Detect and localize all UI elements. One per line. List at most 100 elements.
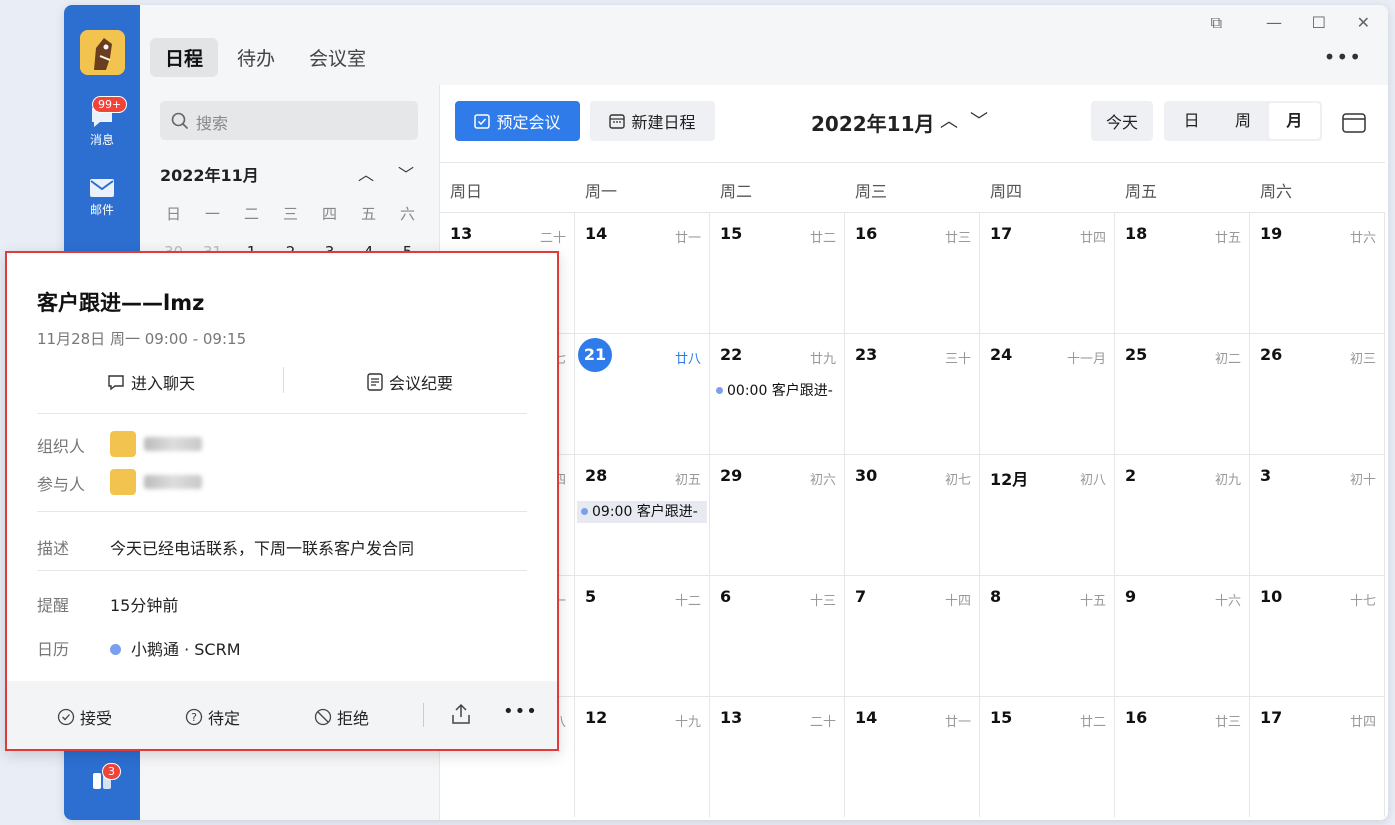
day-cell[interactable]: 5 十二 bbox=[575, 576, 710, 696]
divider bbox=[37, 511, 527, 512]
more-options-icon[interactable]: ••• bbox=[1324, 45, 1362, 69]
day-number: 15 bbox=[720, 224, 743, 243]
weekday-header: 周日 bbox=[450, 182, 483, 201]
user-avatar[interactable] bbox=[80, 30, 125, 75]
day-cell[interactable]: 24 十一月 bbox=[980, 334, 1115, 454]
day-cell[interactable]: 19 廿六 bbox=[1250, 213, 1385, 333]
decline-button[interactable]: 拒绝 bbox=[314, 705, 369, 729]
day-cell[interactable]: 28 初五 09:00 客户跟进- bbox=[575, 455, 710, 575]
tentative-button[interactable]: ? 待定 bbox=[185, 705, 240, 729]
calendar-name: 小鹅通 · SCRM bbox=[131, 640, 241, 659]
day-cell[interactable]: 2 初九 bbox=[1115, 455, 1250, 575]
document-icon bbox=[367, 373, 383, 391]
block-icon bbox=[314, 708, 332, 726]
event-dot bbox=[581, 508, 588, 515]
day-cell[interactable]: 3 初十 bbox=[1250, 455, 1385, 575]
lunar-date: 廿五 bbox=[1214, 231, 1241, 246]
minimize-icon[interactable]: — bbox=[1266, 13, 1282, 32]
close-icon[interactable]: ✕ bbox=[1357, 13, 1370, 32]
day-cell[interactable]: 14 廿一 bbox=[575, 213, 710, 333]
lunar-date: 廿一 bbox=[944, 715, 971, 730]
book-meeting-label: 预定会议 bbox=[496, 113, 561, 132]
rail-item-messages[interactable]: 消息 99+ bbox=[64, 96, 140, 148]
lunar-date: 十二 bbox=[674, 594, 701, 609]
lunar-date: 二十 bbox=[809, 715, 836, 730]
mini-weekday: 六 bbox=[399, 205, 415, 223]
restore-window-icon[interactable]: ⧉ bbox=[1211, 13, 1222, 33]
week-rows: 13二十14廿一15廿二16廿三17廿四18廿五19廿六20廿七21廿八22廿九… bbox=[440, 212, 1385, 817]
enter-chat-button[interactable]: 进入聊天 bbox=[107, 370, 195, 394]
next-month-icon[interactable]: ﹀ bbox=[970, 107, 988, 133]
calendar-check-icon bbox=[474, 114, 491, 129]
day-cell[interactable]: 16 廿三 bbox=[1115, 697, 1250, 817]
day-cell[interactable]: 10 十七 bbox=[1250, 576, 1385, 696]
day-cell[interactable]: 15 廿二 bbox=[980, 697, 1115, 817]
mini-weekday: 二 bbox=[243, 205, 259, 223]
more-actions-icon[interactable]: ••• bbox=[503, 701, 538, 722]
tab-todo[interactable]: 待办 bbox=[222, 38, 290, 77]
redacted-name bbox=[144, 437, 202, 451]
prev-month-icon[interactable]: ︿ bbox=[940, 107, 958, 133]
day-cell[interactable]: 13 二十 bbox=[710, 697, 845, 817]
share-icon[interactable] bbox=[451, 703, 471, 725]
view-day[interactable]: 日 bbox=[1166, 103, 1217, 139]
lunar-date: 初二 bbox=[1214, 352, 1241, 367]
today-date: 21 bbox=[578, 338, 612, 372]
day-cell[interactable]: 14 廿一 bbox=[845, 697, 980, 817]
day-cell[interactable]: 30 初七 bbox=[845, 455, 980, 575]
day-cell[interactable]: 18 廿五 bbox=[1115, 213, 1250, 333]
day-cell[interactable]: 22 廿九 00:00 客户跟进- bbox=[710, 334, 845, 454]
new-event-button[interactable]: 新建日程 bbox=[590, 101, 715, 141]
view-week[interactable]: 周 bbox=[1217, 103, 1268, 139]
day-cell[interactable]: 25 初二 bbox=[1115, 334, 1250, 454]
meeting-minutes-label: 会议纪要 bbox=[389, 374, 454, 393]
participant-value[interactable] bbox=[110, 469, 202, 495]
lunar-date: 初八 bbox=[1079, 473, 1106, 488]
tab-schedule[interactable]: 日程 bbox=[150, 38, 219, 77]
calendar-icon bbox=[609, 114, 626, 129]
mail-icon bbox=[90, 179, 114, 197]
lunar-date: 二十 bbox=[539, 231, 566, 246]
mini-weekday: 四 bbox=[321, 205, 337, 223]
today-button[interactable]: 今天 bbox=[1091, 101, 1153, 141]
book-meeting-button[interactable]: 预定会议 bbox=[455, 101, 580, 141]
day-cell[interactable]: 12月 初八 bbox=[980, 455, 1115, 575]
mini-prev-month-icon[interactable]: ︿ bbox=[358, 161, 374, 185]
meeting-minutes-button[interactable]: 会议纪要 bbox=[367, 370, 453, 394]
calendar-color-dot bbox=[110, 644, 121, 655]
day-cell[interactable]: 23 三十 bbox=[845, 334, 980, 454]
search-placeholder: 搜索 bbox=[196, 114, 229, 133]
participant-label: 参与人 bbox=[37, 475, 86, 494]
mini-next-month-icon[interactable]: ﹀ bbox=[398, 161, 414, 185]
day-cell[interactable]: 7 十四 bbox=[845, 576, 980, 696]
day-number: 26 bbox=[1260, 345, 1283, 364]
day-number: 8 bbox=[990, 587, 1002, 606]
maximize-icon[interactable]: ☐ bbox=[1312, 13, 1326, 32]
search-input[interactable]: 搜索 bbox=[160, 101, 418, 140]
rail-item-apps[interactable]: 3 bbox=[64, 763, 140, 793]
day-cell[interactable]: 29 初六 bbox=[710, 455, 845, 575]
lunar-date: 廿三 bbox=[944, 231, 971, 246]
rail-item-label: 邮件 bbox=[89, 203, 114, 217]
rail-item-mail[interactable]: 邮件 bbox=[64, 177, 140, 218]
day-cell[interactable]: 6 十三 bbox=[710, 576, 845, 696]
tab-meeting-room[interactable]: 会议室 bbox=[294, 38, 381, 77]
side-panel-toggle-icon[interactable] bbox=[1342, 113, 1366, 137]
view-month[interactable]: 月 bbox=[1268, 103, 1320, 139]
day-cell[interactable]: 8 十五 bbox=[980, 576, 1115, 696]
day-cell[interactable]: 15 廿二 bbox=[710, 213, 845, 333]
day-cell[interactable]: 21 廿八 bbox=[575, 334, 710, 454]
day-cell[interactable]: 12 十九 bbox=[575, 697, 710, 817]
day-cell[interactable]: 26 初三 bbox=[1250, 334, 1385, 454]
event-chip[interactable]: 09:00 客户跟进- bbox=[577, 501, 707, 523]
lunar-date: 初七 bbox=[944, 473, 971, 488]
tentative-label: 待定 bbox=[208, 709, 241, 728]
day-cell[interactable]: 16 廿三 bbox=[845, 213, 980, 333]
organizer-value[interactable] bbox=[110, 431, 202, 457]
accept-button[interactable]: 接受 bbox=[57, 705, 112, 729]
event-chip[interactable]: 00:00 客户跟进- bbox=[712, 380, 842, 402]
day-cell[interactable]: 17 廿四 bbox=[980, 213, 1115, 333]
day-cell[interactable]: 9 十六 bbox=[1115, 576, 1250, 696]
week-row: 11十八12十九13二十14廿一15廿二16廿三17廿四 bbox=[440, 696, 1385, 817]
day-cell[interactable]: 17 廿四 bbox=[1250, 697, 1385, 817]
